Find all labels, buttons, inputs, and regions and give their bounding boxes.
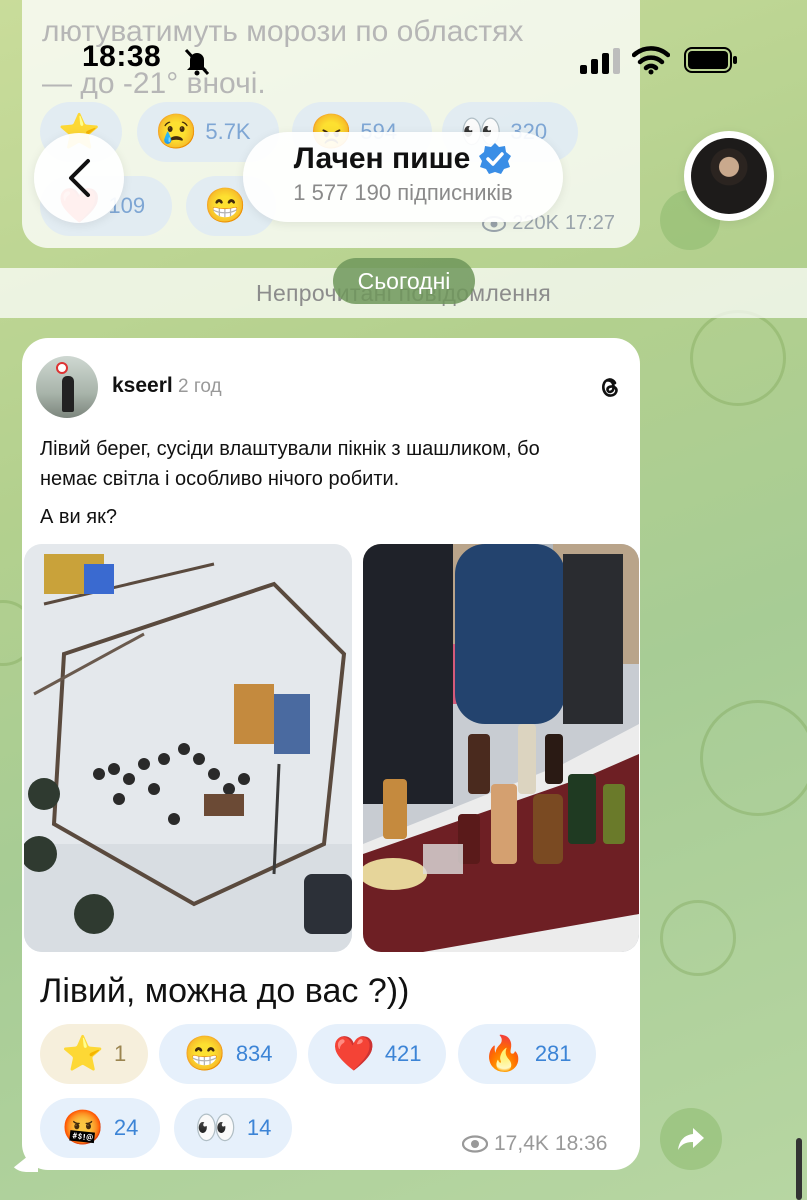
chevron-left-icon xyxy=(69,159,90,197)
status-time: 18:38 xyxy=(82,40,162,73)
message-time: 18:36 xyxy=(554,1132,608,1155)
channel-avatar[interactable] xyxy=(684,131,774,221)
forward-arrow-icon xyxy=(678,1128,704,1150)
post-text: Лівий берег, сусіди влаштували пікнік з … xyxy=(40,438,540,490)
photo-picnic-table[interactable] xyxy=(363,544,639,952)
subscriber-count: 1 577 190 підписників xyxy=(293,180,513,205)
verified-badge-icon xyxy=(479,143,512,174)
background-doodle xyxy=(700,700,807,816)
threads-logo-icon xyxy=(602,378,618,397)
back-button[interactable] xyxy=(34,133,124,223)
avatar-image xyxy=(691,138,767,214)
post-time-ago: 2 год xyxy=(178,376,222,397)
reaction-count: 421 xyxy=(384,1041,422,1066)
heart-icon: ❤️ xyxy=(332,1035,375,1073)
scrollbar[interactable] xyxy=(796,1138,802,1200)
post-question: А ви як? xyxy=(40,506,117,528)
eyes-icon: 👀 xyxy=(194,1109,237,1147)
photo-playground-aerial[interactable] xyxy=(24,544,352,952)
channel-title: Лачен пише xyxy=(293,142,471,175)
reaction-count: 14 xyxy=(246,1115,272,1140)
reaction-eyes[interactable]: 👀 14 xyxy=(174,1098,292,1158)
grinning-face-icon: 😁 xyxy=(204,187,247,225)
view-count: 17,4K xyxy=(494,1132,549,1155)
cursing-face-icon: 🤬 xyxy=(61,1109,104,1147)
reaction-count: 1 xyxy=(114,1041,127,1066)
reaction-fire[interactable]: 🔥 281 xyxy=(458,1024,596,1084)
wifi-icon xyxy=(632,46,670,75)
fire-icon: 🔥 xyxy=(482,1035,525,1073)
post-caption: Лівий, можна до вас ?)) xyxy=(40,972,410,1010)
post-author-avatar xyxy=(36,356,98,418)
grinning-face-icon: 😁 xyxy=(183,1035,226,1073)
eye-icon xyxy=(462,1135,488,1153)
share-button[interactable] xyxy=(660,1108,722,1170)
crying-face-icon: 😢 xyxy=(155,113,198,151)
battery-icon xyxy=(684,47,737,73)
background-doodle xyxy=(690,310,786,406)
message-meta: 17,4K 18:36 xyxy=(462,1132,607,1156)
channel-header[interactable]: Лачен пише 1 577 190 підписників xyxy=(243,132,563,222)
reaction-grinning[interactable]: 😁 834 xyxy=(159,1024,297,1084)
reaction-count: 24 xyxy=(113,1115,139,1140)
message-time: 17:27 xyxy=(564,212,615,234)
post-author-name: kseerl xyxy=(112,374,173,397)
reaction-count: 281 xyxy=(534,1041,572,1066)
signal-icon xyxy=(580,48,620,74)
reaction-count: 834 xyxy=(235,1041,273,1066)
reaction-cursing[interactable]: 🤬 24 xyxy=(40,1098,160,1158)
date-pill: Сьогодні xyxy=(333,258,475,304)
background-doodle xyxy=(660,900,736,976)
star-icon: ⭐ xyxy=(61,1035,105,1073)
bell-muted-icon xyxy=(184,48,210,76)
reaction-star[interactable]: ⭐ 1 xyxy=(40,1024,148,1084)
reaction-heart[interactable]: ❤️ 421 xyxy=(308,1024,446,1084)
